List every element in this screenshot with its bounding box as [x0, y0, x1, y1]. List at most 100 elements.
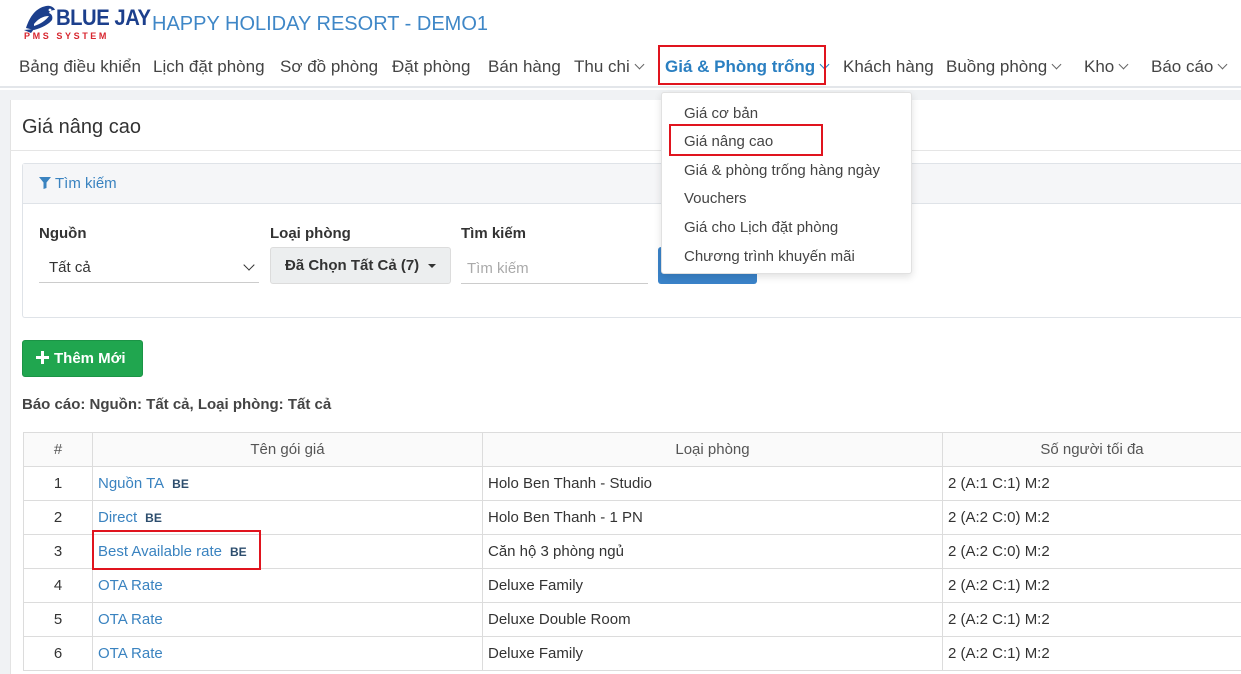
nav-item-sales[interactable]: Bán hàng — [488, 57, 561, 77]
menu-item-vouchers[interactable]: Vouchers — [684, 190, 747, 207]
nav-label: Giá & Phòng trống — [665, 57, 816, 76]
rate-plans-table: # Tên gói giá Loại phòng Số người tối đa… — [23, 432, 1241, 671]
nav-item-inventory[interactable]: Kho — [1084, 57, 1129, 77]
nav-item-rates-availability[interactable]: Giá & Phòng trống — [665, 57, 830, 77]
filter-icon — [39, 177, 51, 189]
source-select[interactable]: Tất cả — [39, 253, 259, 283]
chevron-down-icon — [243, 259, 255, 271]
search-header-label: Tìm kiếm — [55, 175, 117, 192]
row-index: 3 — [23, 534, 93, 569]
rate-name-cell: OTA Rate — [92, 568, 483, 603]
nav-item-reports[interactable]: Báo cáo — [1151, 57, 1228, 77]
nav-label: Kho — [1084, 57, 1115, 76]
chevron-down-icon — [1051, 59, 1062, 70]
hotel-title: HAPPY HOLIDAY RESORT - DEMO1 — [152, 13, 489, 35]
rate-name-link[interactable]: OTA Rate — [98, 611, 163, 628]
table-row: 1 Nguồn TA BE Holo Ben Thanh - Studio 2 (… — [23, 466, 1241, 501]
room-type-multiselect[interactable]: Đã Chọn Tất Cả (7) — [270, 247, 451, 284]
rate-name-cell: OTA Rate — [92, 602, 483, 637]
rate-name-link[interactable]: OTA Rate — [98, 645, 163, 662]
rate-name-cell: Direct BE — [92, 500, 483, 535]
row-index: 1 — [23, 466, 93, 501]
max-occupancy-cell: 2 (A:2 C:1) M:2 — [942, 636, 1241, 671]
table-header-row: # Tên gói giá Loại phòng Số người tối đa — [23, 432, 1241, 467]
table-row: 4 OTA Rate Deluxe Family 2 (A:2 C:1) M:2 — [23, 568, 1241, 603]
nav-item-dashboard[interactable]: Bảng điều khiển — [19, 57, 141, 77]
logo-text: BLUE JAY — [56, 5, 151, 30]
chevron-down-icon — [1118, 59, 1129, 70]
max-occupancy-cell: 2 (A:2 C:1) M:2 — [942, 602, 1241, 637]
top-header: BLUE JAY PMS SYSTEM HAPPY HOLIDAY RESORT… — [0, 0, 1241, 88]
table-row: 2 Direct BE Holo Ben Thanh - 1 PN 2 (A:2 … — [23, 500, 1241, 535]
max-occupancy-cell: 2 (A:2 C:0) M:2 — [942, 500, 1241, 535]
chevron-down-icon — [819, 59, 830, 70]
divider — [10, 150, 1241, 151]
col-header-room-type[interactable]: Loại phòng — [482, 432, 943, 467]
nav-item-housekeeping[interactable]: Buồng phòng — [946, 57, 1062, 77]
col-header-index[interactable]: # — [23, 432, 93, 467]
row-index: 6 — [23, 636, 93, 671]
menu-item-promotions[interactable]: Chương trình khuyến mãi — [684, 248, 855, 265]
logo[interactable]: BLUE JAY PMS SYSTEM — [22, 2, 151, 42]
row-index: 4 — [23, 568, 93, 603]
rate-name-cell: OTA Rate — [92, 636, 483, 671]
search-panel-title: Tìm kiếm — [39, 175, 117, 192]
table-row: 3 Best Available rate BE Căn hộ 3 phòng n… — [23, 534, 1241, 569]
report-summary: Báo cáo: Nguồn: Tất cả, Loại phòng: Tất … — [22, 396, 332, 413]
search-panel-header[interactable]: Tìm kiếm — [23, 164, 1241, 204]
add-new-button[interactable]: Thêm Mới — [22, 340, 143, 377]
menu-item-daily-rates-availability[interactable]: Giá & phòng trống hàng ngày — [684, 162, 880, 179]
row-index: 5 — [23, 602, 93, 637]
col-header-rate-name[interactable]: Tên gói giá — [92, 432, 483, 467]
blue-jay-bird-icon — [24, 5, 55, 33]
chevron-down-icon — [1217, 59, 1228, 70]
rate-name-link[interactable]: Direct — [98, 509, 137, 526]
nav-item-booking-calendar[interactable]: Lịch đặt phòng — [153, 57, 265, 77]
nav-label: Báo cáo — [1151, 57, 1214, 76]
chevron-down-icon — [634, 59, 645, 70]
nav-item-income-expense[interactable]: Thu chi — [574, 57, 645, 77]
rate-name-link[interactable]: Nguồn TA — [98, 475, 164, 492]
nav-item-customers[interactable]: Khách hàng — [843, 57, 934, 77]
rate-name-link[interactable]: OTA Rate — [98, 577, 163, 594]
query-label: Tìm kiếm — [461, 225, 527, 242]
nav-label: Đặt phòng — [392, 57, 471, 76]
row-index: 2 — [23, 500, 93, 535]
room-type-value: Đã Chọn Tất Cả (7) — [285, 257, 420, 274]
nav-item-reservation[interactable]: Đặt phòng — [392, 57, 470, 77]
nav-label: Thu chi — [574, 57, 630, 76]
room-type-cell: Holo Ben Thanh - 1 PN — [482, 500, 943, 535]
rate-name-cell: Best Available rate BE — [92, 534, 483, 569]
nav-label: Bán hàng — [488, 57, 561, 76]
menu-item-base-rate[interactable]: Giá cơ bản — [684, 105, 758, 122]
add-new-label: Thêm Mới — [54, 350, 126, 367]
nav-label: Khách hàng — [843, 57, 934, 76]
rates-dropdown-menu: Giá cơ bản Giá nâng cao Giá & phòng trốn… — [661, 92, 912, 274]
room-type-label: Loại phòng — [270, 225, 351, 242]
menu-item-advanced-rate[interactable]: Giá nâng cao — [684, 133, 773, 150]
room-type-cell: Căn hộ 3 phòng ngủ — [482, 534, 943, 569]
search-panel: Tìm kiếm Nguồn Tất cả Loại phòng Đã Chọn… — [22, 163, 1241, 318]
main-nav: Bảng điều khiển Lịch đặt phòng Sơ đồ phò… — [0, 50, 1241, 86]
be-badge: BE — [172, 477, 189, 491]
nav-item-room-map[interactable]: Sơ đồ phòng — [280, 57, 378, 77]
room-type-cell: Deluxe Family — [482, 568, 943, 603]
nav-label: Lịch đặt phòng — [153, 57, 265, 76]
plus-icon — [36, 351, 49, 364]
nav-label: Bảng điều khiển — [19, 57, 141, 76]
source-label: Nguồn — [39, 225, 87, 242]
rate-name-link[interactable]: Best Available rate — [98, 543, 222, 560]
room-type-cell: Deluxe Family — [482, 636, 943, 671]
nav-label: Buồng phòng — [946, 57, 1048, 76]
max-occupancy-cell: 2 (A:2 C:1) M:2 — [942, 568, 1241, 603]
max-occupancy-cell: 2 (A:1 C:1) M:2 — [942, 466, 1241, 501]
menu-item-calendar-rates[interactable]: Giá cho Lịch đặt phòng — [684, 219, 838, 236]
rate-name-cell: Nguồn TA BE — [92, 466, 483, 501]
source-select-value: Tất cả — [49, 259, 91, 276]
page-title: Giá nâng cao — [22, 116, 141, 138]
search-input[interactable] — [461, 253, 648, 284]
room-type-cell: Holo Ben Thanh - Studio — [482, 466, 943, 501]
logo-subtitle: PMS SYSTEM — [24, 31, 110, 41]
col-header-max-occupancy[interactable]: Số người tối đa — [942, 432, 1241, 467]
be-badge: BE — [145, 511, 162, 525]
